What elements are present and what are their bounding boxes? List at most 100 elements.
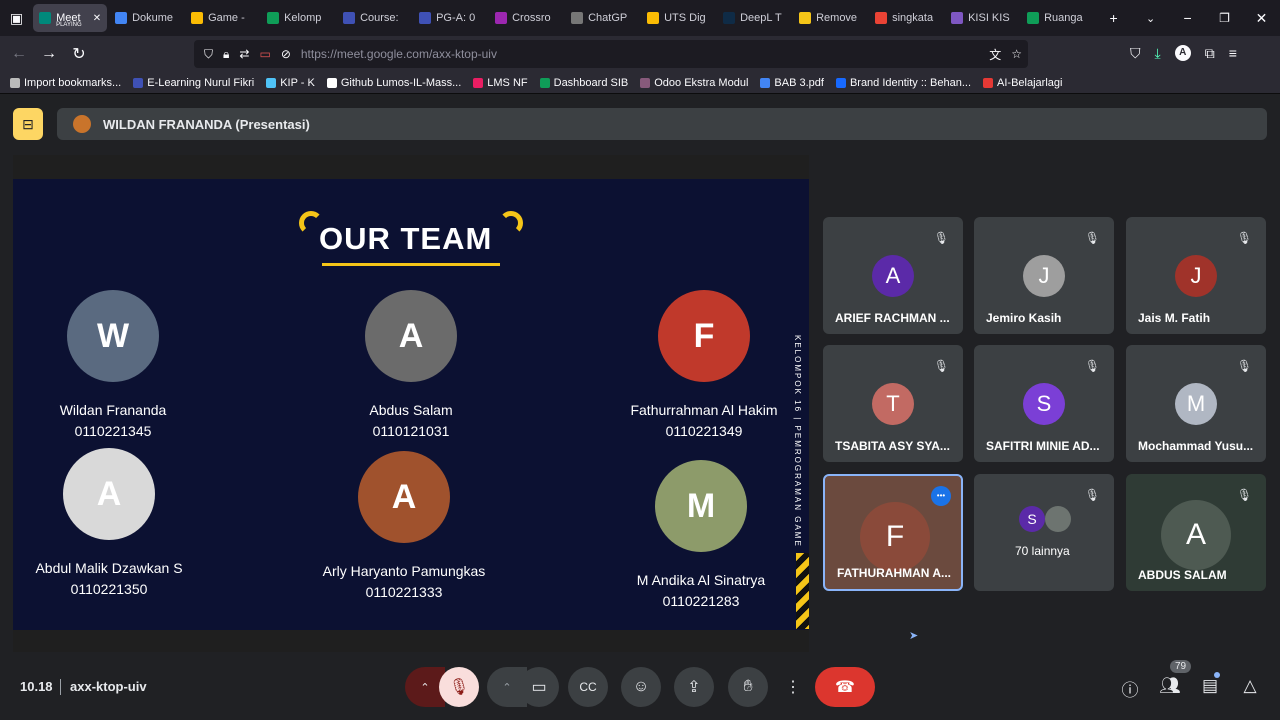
tab-7[interactable]: ChatGP [565, 4, 639, 32]
tab-9[interactable]: DeepL T [717, 4, 791, 32]
member-nim: 0110121031 [372, 423, 450, 439]
more-options-button[interactable]: ⋮ [781, 667, 805, 707]
member-photo: A [365, 290, 457, 382]
tab-4[interactable]: Course: [337, 4, 411, 32]
team-member: W Wildan Frananda 0110221345 [13, 290, 213, 442]
url-text[interactable]: https://meet.google.com/axx-ktop-uiv [301, 47, 497, 61]
account-icon[interactable]: A [1174, 45, 1191, 61]
bookmark-1[interactable]: E-Learning Nurul Fikri [133, 77, 254, 89]
raise-hand-button[interactable]: ✋︎ [728, 667, 768, 707]
leave-call-button[interactable]: ☎︎ [815, 667, 875, 707]
tab-label: singkata [892, 12, 934, 24]
bookmark-6[interactable]: Odoo Ekstra Modul [640, 77, 748, 89]
participant-tile[interactable]: M Mochammad Yusu... 🎙︎ [1126, 345, 1266, 462]
tab-8[interactable]: UTS Dig [641, 4, 715, 32]
participant-tile[interactable]: S 70 lainnya 🎙︎ [974, 474, 1114, 591]
bookmark-7[interactable]: BAB 3.pdf [760, 77, 824, 89]
lock-icon[interactable]: 🔒︎ [223, 47, 229, 62]
bookmark-9[interactable]: AI-Belajarlagi [983, 77, 1062, 89]
tab-overflow-chevron-icon[interactable]: ⌄ [1132, 12, 1169, 25]
bookmark-5[interactable]: Dashboard SIB [539, 77, 628, 89]
tab-label: ChatGP [588, 12, 628, 24]
tab-3[interactable]: Kelomp [261, 4, 335, 32]
participant-avatar: S [1019, 506, 1045, 532]
bookmark-3[interactable]: Github Lumos-IL-Mass... [326, 77, 461, 89]
bookmark-label: E-Learning Nurul Fikri [147, 76, 255, 89]
downloads-icon[interactable]: ⤓ [1155, 45, 1161, 62]
mic-off-button[interactable]: 🎙︎ [439, 667, 479, 707]
title-underline [322, 263, 500, 266]
tab-list-icon[interactable]: ▣ [0, 10, 33, 27]
emoji-button[interactable]: ☺ [621, 667, 661, 707]
minimize-button[interactable]: − [1169, 10, 1206, 26]
chat-icon[interactable]: ▤ [1198, 676, 1222, 696]
bookmark-star-icon[interactable]: ☆ [1011, 47, 1022, 61]
team-member: F Fathurrahman Al Hakim 0110221349 [604, 290, 804, 442]
bookmark-label: LMS NF [487, 76, 528, 89]
permissions-icon[interactable]: ⇄ [239, 47, 249, 61]
bookmark-4[interactable]: LMS NF [473, 76, 528, 89]
tab-favicon [875, 12, 888, 24]
more-options-icon[interactable]: ••• [931, 486, 951, 506]
tab-favicon [799, 12, 812, 24]
member-name: Arly Haryanto Pamungkas [322, 563, 486, 579]
team-member: M M Andika Al Sinatrya 0110221283 [601, 460, 801, 612]
mic-blocked-icon[interactable]: ⊘ [281, 47, 291, 61]
close-tab-icon[interactable]: ✕ [93, 13, 101, 24]
url-bar[interactable]: ⛉ 🔒︎ ⇄ ▭ ⊘ https://meet.google.com/axx-k… [194, 40, 1028, 68]
participant-tile[interactable]: J Jais M. Fatih 🎙︎ [1126, 217, 1266, 334]
captions-button[interactable]: CC [568, 667, 608, 707]
participant-tile[interactable]: S SAFITRI MINIE AD... 🎙︎ [974, 345, 1114, 462]
camera-blocked-icon[interactable]: ▭ [259, 47, 270, 61]
muted-mic-icon: 🎙︎ [1236, 488, 1252, 502]
participant-name: Mochammad Yusu... [1138, 439, 1254, 453]
meeting-info-icon[interactable]: ⓘ [1118, 676, 1142, 701]
bookmark-8[interactable]: Brand Identity :: Behan... [835, 77, 971, 89]
participant-tile[interactable]: A ARIEF RACHMAN ... 🎙︎ [823, 217, 963, 334]
maximize-button[interactable]: ❐ [1206, 11, 1243, 25]
camera-button[interactable]: ▭ [519, 667, 559, 707]
translate-icon[interactable]: 文 [989, 46, 1001, 63]
member-nim: 0110221283 [662, 593, 740, 609]
bookmark-2[interactable]: KIP - K [266, 77, 315, 89]
back-button[interactable]: ← [4, 45, 34, 63]
activities-icon[interactable]: △ [1238, 676, 1262, 696]
bookmark-0[interactable]: Import bookmarks... [10, 77, 121, 89]
bookmark-icon [835, 77, 846, 88]
close-window-button[interactable]: ✕ [1243, 10, 1280, 27]
pocket-icon[interactable]: ⛉ [1130, 45, 1141, 62]
tab-2[interactable]: Game - [185, 4, 259, 32]
presenter-name: WILDAN FRANANDA (Presentasi) [103, 116, 310, 132]
participant-tile[interactable]: T TSABITA ASY SYA... 🎙︎ [823, 345, 963, 462]
member-nim: 0110221345 [74, 423, 152, 439]
tab-6[interactable]: Crossro [489, 4, 563, 32]
bookmark-icon [326, 77, 337, 88]
participant-tile[interactable]: F FATHURAHMAN A... ••• [823, 474, 963, 591]
chat-notification-dot [1214, 672, 1220, 678]
menu-icon[interactable]: ≡ [1229, 45, 1237, 62]
participant-tile[interactable]: J Jemiro Kasih 🎙︎ [974, 217, 1114, 334]
member-photo: F [658, 290, 750, 382]
tab-1[interactable]: Dokume [109, 4, 183, 32]
tab-0[interactable]: Meet PLAYING ✕ [33, 4, 108, 32]
extensions-icon[interactable]: ⧉ [1205, 45, 1215, 62]
tab-favicon [1027, 12, 1040, 24]
bookmark-icon [760, 77, 771, 88]
new-tab-button[interactable]: + [1095, 10, 1132, 26]
tab-label: Remove [816, 12, 858, 24]
shield-icon[interactable]: ⛉ [204, 47, 213, 62]
forward-button[interactable]: → [34, 45, 64, 63]
tab-13[interactable]: Ruanga [1021, 4, 1095, 32]
bookmark-icon [133, 77, 144, 88]
people-icon[interactable]: 👥︎ [1158, 676, 1182, 696]
meeting-time: 10.18 [20, 679, 53, 694]
tab-10[interactable]: Remove [793, 4, 867, 32]
tab-5[interactable]: PG-A: 0 [413, 4, 487, 32]
tab-12[interactable]: KISI KIS [945, 4, 1019, 32]
reload-button[interactable]: ↻ [64, 44, 94, 64]
present-screen-button[interactable]: ⇪ [674, 667, 714, 707]
presentation-icon[interactable]: ⊟ [13, 108, 43, 140]
tab-11[interactable]: singkata [869, 4, 943, 32]
participant-tile[interactable]: A ABDUS SALAM 🎙︎ [1126, 474, 1266, 591]
member-name: Wildan Frananda [59, 402, 167, 418]
